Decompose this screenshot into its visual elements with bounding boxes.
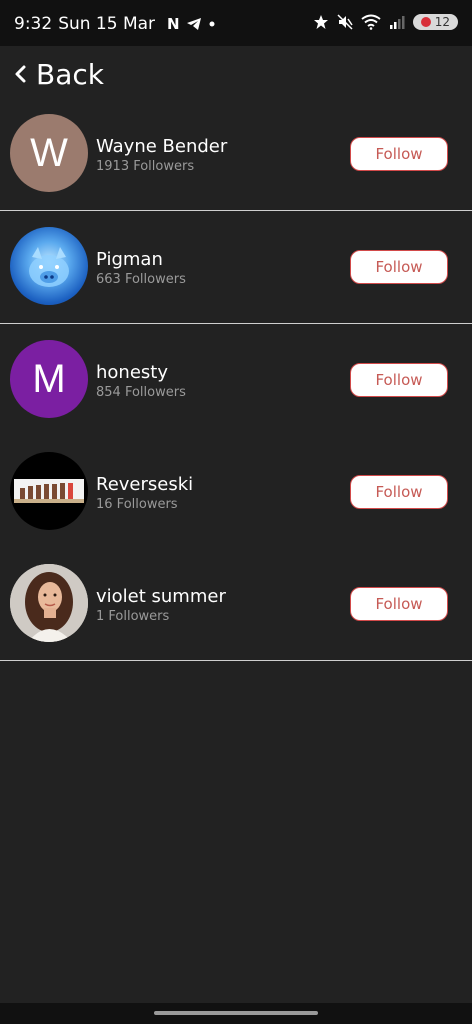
user-name[interactable]: honesty xyxy=(96,362,168,383)
list-item[interactable]: Reverseski 16 Followers Follow xyxy=(0,436,472,548)
follower-count: 1913 Followers xyxy=(96,159,195,174)
follower-count: 1 Followers xyxy=(96,609,170,624)
user-name[interactable]: Reverseski xyxy=(96,474,193,495)
evolution-avatar-icon xyxy=(14,479,84,503)
avatar-letter: M xyxy=(32,356,66,401)
status-right: 12 xyxy=(313,14,458,30)
follow-button[interactable]: Follow xyxy=(350,475,448,509)
avatar[interactable] xyxy=(10,452,88,530)
avatar-letter: W xyxy=(30,130,68,175)
list-item[interactable]: Pigman 663 Followers Follow xyxy=(0,211,472,323)
header: Back xyxy=(0,46,472,102)
user-name[interactable]: Pigman xyxy=(96,249,163,270)
dot-icon xyxy=(209,21,215,27)
avatar[interactable]: M xyxy=(10,340,88,418)
battery-low-icon xyxy=(420,17,431,27)
follower-count: 663 Followers xyxy=(96,272,186,287)
mute-icon xyxy=(337,14,353,30)
follow-button[interactable]: Follow xyxy=(350,137,448,171)
battery-indicator: 12 xyxy=(412,14,458,30)
list-item[interactable]: M honesty 854 Followers Follow xyxy=(0,324,472,436)
follow-button[interactable]: Follow xyxy=(350,250,448,284)
signal-icon xyxy=(389,16,405,29)
follower-count: 16 Followers xyxy=(96,497,178,512)
list-item[interactable]: violet summer 1 Followers Follow xyxy=(0,548,472,660)
follow-button[interactable]: Follow xyxy=(350,363,448,397)
status-left: 9:32 Sun 15 Mar N xyxy=(14,14,216,34)
list-item[interactable]: W Wayne Bender 1913 Followers Follow xyxy=(0,98,472,210)
wifi-icon xyxy=(361,14,381,30)
back-button[interactable]: Back xyxy=(36,58,104,91)
pig-avatar-icon xyxy=(29,247,69,287)
battery-level: 12 xyxy=(434,15,450,29)
status-date: Sun 15 Mar xyxy=(58,14,156,34)
telegram-icon xyxy=(186,18,201,30)
notification-icons: N xyxy=(167,15,216,33)
system-nav-bar xyxy=(0,1003,472,1024)
divider xyxy=(0,660,472,661)
user-name[interactable]: Wayne Bender xyxy=(96,136,227,157)
follow-button[interactable]: Follow xyxy=(350,587,448,621)
home-gesture-handle[interactable] xyxy=(154,1011,318,1015)
follower-count: 854 Followers xyxy=(96,385,186,400)
status-time: 9:32 xyxy=(14,14,53,34)
n-app-icon: N xyxy=(167,15,180,33)
portrait-avatar-icon xyxy=(10,564,88,642)
star-icon xyxy=(313,15,328,29)
avatar[interactable]: W xyxy=(10,114,88,192)
avatar[interactable] xyxy=(10,227,88,305)
avatar[interactable] xyxy=(10,564,88,642)
status-bar: 9:32 Sun 15 Mar N 12 xyxy=(0,0,472,46)
back-chevron-icon[interactable] xyxy=(4,46,36,102)
user-name[interactable]: violet summer xyxy=(96,586,226,607)
followers-list: W Wayne Bender 1913 Followers Follow Pig… xyxy=(0,98,472,661)
